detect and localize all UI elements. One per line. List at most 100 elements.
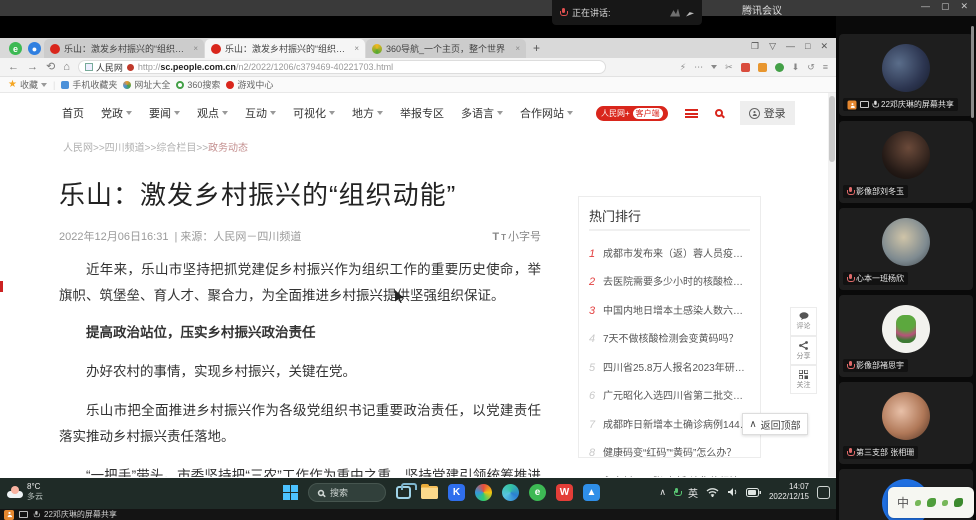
game-icon <box>226 81 234 89</box>
file-explorer-icon[interactable] <box>421 486 438 499</box>
scissors-icon[interactable]: ✂ <box>725 62 733 73</box>
download-tray-icon[interactable]: ❐ <box>751 41 759 52</box>
participant-tile[interactable]: 影像部刘冬玉 <box>839 121 973 203</box>
hot-rank-item[interactable]: 1成都市发布来（返）蓉人员疫情防控最新政策 <box>589 245 750 260</box>
font-size-control[interactable]: TT 小字号 <box>492 228 541 244</box>
browser-360-logo-icon[interactable]: e <box>9 42 22 55</box>
home-icon[interactable]: ⌂ <box>63 62 70 73</box>
clock[interactable]: 14:072022/12/15 <box>769 482 809 502</box>
article-meta: 2022年12月06日16:31 | 来源：人民网－四川频道 TT 小字号 <box>59 228 541 244</box>
tab-360-nav[interactable]: 360导航_一个主页，整个世界 × <box>366 39 526 58</box>
tab-article-1[interactable]: 乐山：激发乡村振兴的“组织… × <box>44 39 204 58</box>
screen-share-icon <box>860 101 869 108</box>
close-icon[interactable]: ✕ <box>960 1 968 12</box>
speaker-icon[interactable] <box>727 487 738 497</box>
favorites-button[interactable]: ★ 收藏 <box>8 78 47 91</box>
notification-center-icon[interactable] <box>817 486 830 499</box>
follow-button[interactable]: 关注 <box>790 365 817 394</box>
bookmark-360-search[interactable]: 360搜索 <box>176 78 220 91</box>
browser-minimize-icon[interactable]: — <box>786 41 795 52</box>
tab-close-icon[interactable]: × <box>354 44 359 53</box>
qr-code-icon <box>799 370 808 379</box>
hot-rank-item[interactable]: 9永安村用两张“存折”让集体经济走上时间... <box>589 473 750 478</box>
search-icon[interactable] <box>715 109 723 117</box>
wifi-icon[interactable] <box>706 487 719 497</box>
menu-icon[interactable]: ≡ <box>823 62 828 72</box>
back-icon[interactable]: ← <box>8 62 19 73</box>
url-field[interactable]: 人民网 http://sc.people.com.cn/n2/2022/1206… <box>78 60 606 74</box>
chevron-down-icon <box>41 83 47 87</box>
photos-app-icon[interactable]: ▲ <box>583 484 600 501</box>
speaking-indicator[interactable]: 正在讲话: <box>552 0 702 25</box>
back-to-top-button[interactable]: ∧ 返回顶部 <box>742 413 808 435</box>
forward-icon[interactable]: → <box>27 62 38 73</box>
bookmark-game-center[interactable]: 游戏中心 <box>226 78 273 91</box>
webpage: 首页 党政 要闻 观点 互动 可视化 地方 举报专区 多语言 合作网站 人民网+… <box>0 93 836 477</box>
extension-orange-icon[interactable] <box>758 63 767 72</box>
task-view-icon[interactable] <box>396 486 411 499</box>
hot-rank-item[interactable]: 6广元昭化入选四川省第二批交通强县试点名单 <box>589 387 750 402</box>
avatar <box>882 131 930 179</box>
tray-expand-icon[interactable]: ∧ <box>659 487 666 498</box>
browser-maximize-icon[interactable]: □ <box>805 41 810 52</box>
participant-tile[interactable]: 第三支部 张相珊 <box>839 382 973 464</box>
download-icon[interactable]: ⬇ <box>792 62 800 73</box>
hamburger-icon[interactable] <box>685 109 698 118</box>
browser-close-icon[interactable]: ✕ <box>820 41 828 52</box>
browser-quick-icon[interactable]: ● <box>28 42 41 55</box>
site-name-badge[interactable]: 人民网 <box>85 61 123 74</box>
participant-tile[interactable]: 影像部褚思宇 <box>839 295 973 377</box>
participant-tile-sharer[interactable]: 22邓庆琳的屏幕共享 <box>839 34 973 116</box>
people-app-badge[interactable]: 人民网+客户端 <box>596 106 668 121</box>
tab-close-icon[interactable]: × <box>515 44 520 53</box>
bookmark-mobile-favorites[interactable]: 手机收藏夹 <box>61 78 117 91</box>
extension-red-icon[interactable] <box>741 63 750 72</box>
360-browser-icon[interactable]: e <box>529 484 546 501</box>
tab-close-icon[interactable]: × <box>193 44 198 53</box>
participant-tile[interactable]: 心本一班杨欣 <box>839 208 973 290</box>
extension-green-icon[interactable] <box>775 63 784 72</box>
hot-rank-item[interactable]: 7成都昨日新增本土确诊病例144例、本土... <box>589 416 750 431</box>
scrollbar-thumb[interactable] <box>829 96 835 162</box>
more-icon[interactable]: ⋯ <box>694 62 703 73</box>
chevron-down-icon[interactable] <box>711 65 717 69</box>
tab-article-2-active[interactable]: 乐山：激发乡村振兴的“组织… × <box>205 39 365 58</box>
hot-rank-item[interactable]: 47天不做核酸检测会变黄码吗？ <box>589 330 750 345</box>
new-tab-button[interactable]: + <box>533 41 540 55</box>
ime-float-widget[interactable]: 中 <box>888 487 974 518</box>
url-text: http://sc.people.com.cn/n2/2022/1206/c37… <box>138 62 393 72</box>
avatar <box>882 392 930 440</box>
edge-browser-icon[interactable] <box>502 484 519 501</box>
ime-indicator[interactable]: 英 <box>688 485 698 500</box>
weather-widget[interactable]: 8°C 多云 <box>7 482 43 502</box>
hot-rank-item[interactable]: 5四川省25.8万人报名2023年研招考试 <box>589 359 750 374</box>
hot-rank-item[interactable]: 3中国内地日增本土感染人数六连降 多地出... <box>589 302 750 317</box>
sidebar-scrollbar[interactable] <box>971 26 974 118</box>
battery-icon[interactable] <box>746 488 761 497</box>
screen-share-banner: 22邓庆琳的屏幕共享 <box>0 509 836 520</box>
lightning-icon[interactable]: ⚡ <box>680 62 686 73</box>
refresh-icon[interactable]: ⟲ <box>46 62 55 73</box>
history-icon[interactable]: ↺ <box>807 62 815 73</box>
article-source[interactable]: | 来源：人民网－四川频道 <box>174 228 301 244</box>
hot-rank-item[interactable]: 2去医院需要多少小时的核酸检测报告？ <box>589 273 750 288</box>
flag-icon[interactable]: ▽ <box>769 41 776 52</box>
wps-icon[interactable]: W <box>556 484 573 501</box>
bookmarks-bar: ★ 收藏 | 手机收藏夹 网址大全 360搜索 游戏中心 <box>0 77 836 93</box>
compass-app-icon[interactable] <box>475 484 492 501</box>
bookmark-site-directory[interactable]: 网址大全 <box>123 78 170 91</box>
k-app-icon[interactable]: K <box>448 484 465 501</box>
share-button[interactable]: 分享 <box>790 336 817 365</box>
comment-button[interactable]: 评论 <box>790 307 817 336</box>
minimize-icon[interactable]: — <box>921 1 930 12</box>
start-button[interactable] <box>283 485 298 500</box>
collapse-arrow-icon[interactable] <box>686 9 694 17</box>
page-scrollbar[interactable] <box>828 93 836 477</box>
article: 乐山：激发乡村振兴的“组织动能” 2022年12月06日16:31 | 来源：人… <box>59 93 541 477</box>
tray-mic-icon[interactable] <box>674 488 680 497</box>
login-button[interactable]: 登录 <box>740 101 795 125</box>
taskbar-search[interactable]: 搜索 <box>308 483 386 502</box>
maximize-icon[interactable]: ▢ <box>941 1 950 12</box>
hot-rank-item[interactable]: 8健康码变“红码”“黄码”怎么办？ <box>589 444 750 459</box>
ime-mode-label[interactable]: 中 <box>897 494 909 511</box>
